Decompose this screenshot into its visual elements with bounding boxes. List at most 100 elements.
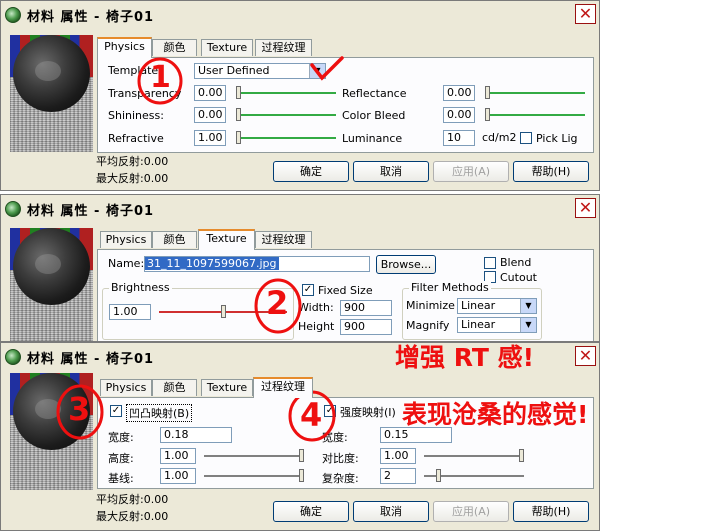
annotation-number-1: 1: [150, 60, 171, 95]
tab-texture[interactable]: Texture: [201, 379, 253, 396]
shininess-slider[interactable]: [236, 108, 336, 122]
app-icon: [5, 201, 21, 217]
brightness-title: Brightness: [109, 281, 172, 294]
texture-name-input[interactable]: 31_11_1097599067.jpg: [144, 256, 370, 272]
window-title: 材料 属性 - 椅子01: [27, 10, 155, 25]
tab-procedural[interactable]: 过程纹理: [255, 39, 312, 56]
refractive-input[interactable]: 1.00: [194, 130, 226, 146]
tab-physics[interactable]: Physics: [97, 37, 152, 58]
bump-map-label: 凹凸映射(B): [126, 404, 193, 422]
baseline-label: 基线:: [108, 472, 134, 485]
tab-color[interactable]: 颜色: [152, 39, 197, 56]
refractive-label: Refractive: [108, 132, 164, 145]
fixed-size-checkbox[interactable]: ✓: [302, 284, 314, 296]
title-bar: 材料 属性 - 椅子01 ✕: [1, 1, 599, 29]
cutout-label: Cutout: [500, 271, 537, 284]
complexity-label: 复杂度:: [322, 472, 359, 485]
reflect-info: 平均反射:0.00 最大反射:0.00: [96, 491, 168, 525]
texture-name-value: 31_11_1097599067.jpg: [145, 257, 279, 270]
contrast-slider[interactable]: [424, 449, 524, 463]
tab-color[interactable]: 颜色: [152, 231, 197, 248]
reflectance-slider[interactable]: [485, 86, 585, 100]
bump-map-checkbox[interactable]: ✓: [110, 405, 122, 417]
material-preview: [10, 35, 93, 152]
luminance-input[interactable]: 10: [443, 130, 475, 146]
tab-texture[interactable]: Texture: [201, 39, 253, 56]
intensity-map-checkbox[interactable]: ✓: [324, 405, 336, 417]
magnify-value: Linear: [461, 318, 496, 331]
cancel-button[interactable]: 取消: [353, 501, 429, 522]
annotation-number-2: 2: [266, 284, 289, 322]
help-button[interactable]: 帮助(H): [513, 161, 589, 182]
close-icon[interactable]: ✕: [575, 198, 596, 218]
tab-procedural[interactable]: 过程纹理: [253, 377, 313, 398]
close-icon[interactable]: ✕: [575, 346, 596, 366]
apply-button[interactable]: 应用(A): [433, 161, 509, 182]
template-select[interactable]: User Defined ▼: [194, 63, 326, 79]
shininess-input[interactable]: 0.00: [194, 107, 226, 123]
texture-panel: Name: 31_11_1097599067.jpg Browse... Ble…: [97, 249, 594, 341]
contrast-input[interactable]: 1.00: [380, 448, 416, 464]
physics-panel: Template User Defined ▼ Transparency 0.0…: [97, 57, 594, 153]
window-title: 材料 属性 - 椅子01: [27, 352, 155, 367]
transparency-slider[interactable]: [236, 86, 336, 100]
browse-button[interactable]: Browse...: [376, 255, 436, 274]
avg-reflect: 平均反射:0.00: [96, 493, 169, 506]
refractive-slider[interactable]: [236, 131, 336, 145]
close-icon[interactable]: ✕: [575, 4, 596, 24]
tab-color[interactable]: 颜色: [152, 379, 197, 396]
baseline-input[interactable]: 1.00: [160, 468, 196, 484]
baseline-slider[interactable]: [204, 469, 304, 483]
height-label: Height: [298, 320, 335, 333]
intensity-width-label: 宽度:: [322, 431, 348, 444]
fixed-size-label: Fixed Size: [318, 284, 373, 297]
help-button[interactable]: 帮助(H): [513, 501, 589, 522]
magnify-label: Magnify: [406, 319, 450, 332]
tab-bar: Physics 颜色 Texture 过程纹理: [97, 37, 497, 58]
complexity-input[interactable]: 2: [380, 468, 416, 484]
cancel-button[interactable]: 取消: [353, 161, 429, 182]
pick-light-checkbox[interactable]: [520, 132, 532, 144]
complexity-slider[interactable]: [424, 469, 524, 483]
max-reflect: 最大反射:0.00: [96, 510, 169, 523]
chevron-down-icon[interactable]: ▼: [520, 299, 536, 313]
tab-bar: Physics 颜色 Texture 过程纹理: [97, 377, 497, 398]
annotation-rt-text: 增强 RT 感!: [395, 343, 534, 372]
tab-physics[interactable]: Physics: [100, 231, 152, 248]
colorbleed-slider[interactable]: [485, 108, 585, 122]
bump-width-label: 宽度:: [108, 431, 134, 444]
minimize-select[interactable]: Linear ▼: [457, 298, 537, 314]
ok-button[interactable]: 确定: [273, 501, 349, 522]
pick-light-label: Pick Lig: [536, 132, 578, 145]
width-label: Width:: [298, 301, 334, 314]
reflectance-label: Reflectance: [342, 87, 407, 100]
colorbleed-label: Color Bleed: [342, 109, 406, 122]
minimize-value: Linear: [461, 299, 496, 312]
tab-procedural[interactable]: 过程纹理: [255, 231, 312, 248]
tab-texture[interactable]: Texture: [198, 229, 255, 250]
transparency-input[interactable]: 0.00: [194, 85, 226, 101]
tab-physics[interactable]: Physics: [100, 379, 152, 396]
height-input[interactable]: 1.00: [160, 448, 196, 464]
brightness-input[interactable]: 1.00: [109, 304, 151, 320]
ok-button[interactable]: 确定: [273, 161, 349, 182]
colorbleed-input[interactable]: 0.00: [443, 107, 475, 123]
annotation-number-4: 4: [300, 396, 323, 434]
bump-width-input[interactable]: 0.18: [160, 427, 232, 443]
chevron-down-icon[interactable]: ▼: [520, 318, 536, 332]
height-slider[interactable]: [204, 449, 304, 463]
magnify-select[interactable]: Linear ▼: [457, 317, 537, 333]
apply-button[interactable]: 应用(A): [433, 501, 509, 522]
avg-reflect: 平均反射:0.00: [96, 155, 169, 168]
luminance-label: Luminance: [342, 132, 403, 145]
tab-bar: Physics 颜色 Texture 过程纹理: [97, 229, 497, 250]
blend-checkbox[interactable]: [484, 257, 496, 269]
height-input[interactable]: 900: [340, 319, 392, 335]
luminance-unit: cd/m2: [482, 131, 517, 144]
width-input[interactable]: 900: [340, 300, 392, 316]
max-reflect: 最大反射:0.00: [96, 172, 169, 185]
chevron-down-icon[interactable]: ▼: [309, 64, 325, 78]
material-dialog-physics: 材料 属性 - 椅子01 ✕ Physics 颜色 Texture 过程纹理 T…: [0, 0, 600, 191]
annotation-number-3: 3: [68, 390, 91, 428]
reflectance-input[interactable]: 0.00: [443, 85, 475, 101]
